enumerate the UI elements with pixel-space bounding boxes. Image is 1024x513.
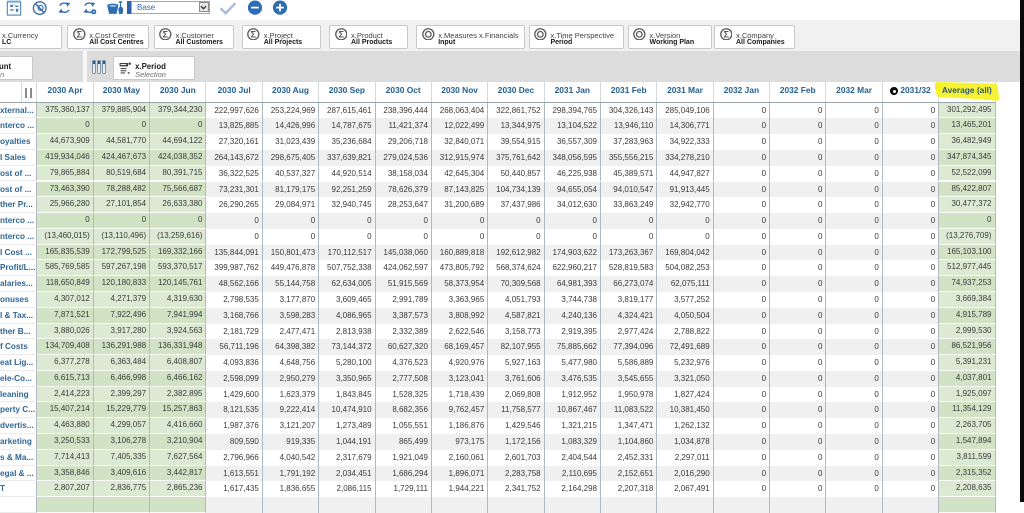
svg-text:Σ: Σ: [76, 29, 82, 39]
svg-text:Σ: Σ: [163, 29, 169, 39]
svg-text:Σ: Σ: [251, 29, 257, 39]
svg-text:Σ: Σ: [338, 29, 344, 39]
svg-text:Σ: Σ: [723, 29, 729, 39]
